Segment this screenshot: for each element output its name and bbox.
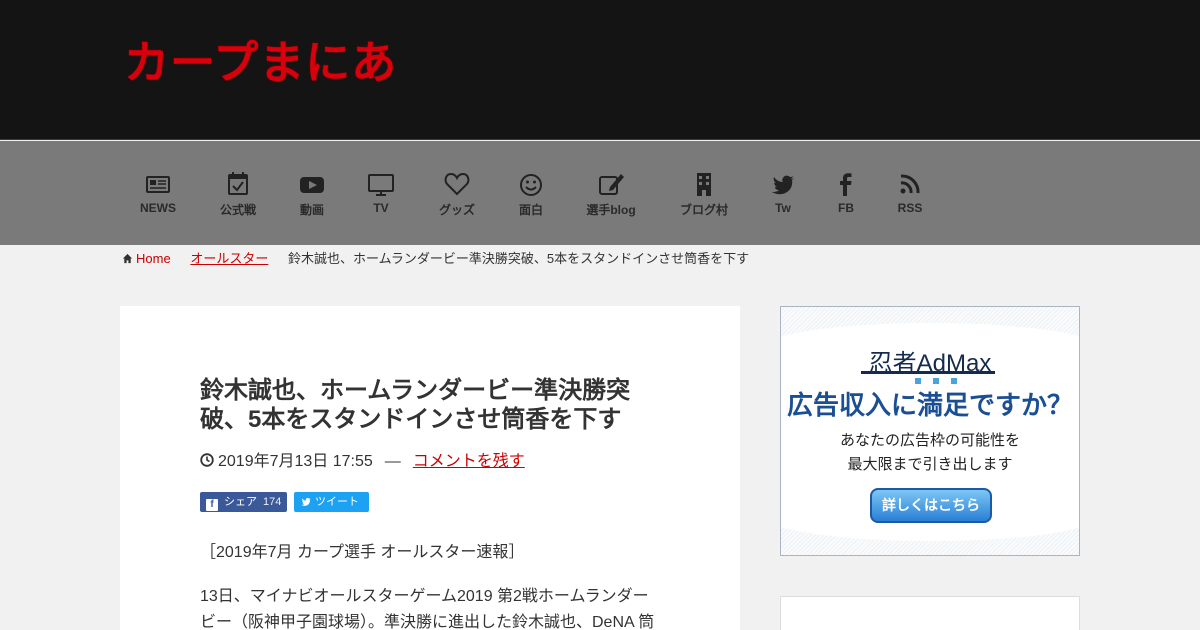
ad-subtext: あなたの広告枠の可能性を 最大限まで引き出します	[781, 429, 1079, 477]
facebook-share-button[interactable]: f シェア 174	[200, 492, 288, 512]
ad-subtext-line: 最大限まで引き出します	[847, 456, 1013, 473]
nav-item-news[interactable]: NEWS	[113, 171, 203, 215]
nav-label: RSS	[897, 201, 923, 215]
nav-item-rss[interactable]: RSS	[865, 171, 955, 215]
rss-icon	[865, 171, 955, 199]
breadcrumb-home-link[interactable]: Home	[136, 251, 171, 266]
edit-icon	[566, 171, 656, 199]
facebook-icon: f	[206, 499, 218, 511]
ad-headline: 広告収入に満足ですか？	[786, 390, 1073, 420]
tweet-label: ツイート	[315, 496, 359, 508]
building-icon	[659, 171, 749, 199]
nav-label: NEWS	[140, 201, 176, 215]
twitter-icon	[300, 496, 315, 508]
ad-details-button[interactable]: 詳しくはこちら	[870, 488, 992, 523]
breadcrumb: Home オールスター 鈴木誠也、ホームランダービー準決勝突破、5本をスタンドイ…	[122, 248, 749, 267]
home-icon	[122, 251, 136, 266]
smile-icon	[486, 171, 576, 199]
share-label: シェア	[224, 496, 257, 508]
nav-label: ブログ村	[679, 203, 728, 217]
article-meta: 2019年7月13日 17:55 — コメントを残す	[200, 447, 525, 471]
nav-item-blog-village[interactable]: ブログ村	[659, 171, 749, 218]
post-date: 2019年7月13日 17:55	[218, 453, 373, 470]
article-card: 鈴木誠也、ホームランダービー準決勝突破、5本をスタンドインさせ筒香を下す 201…	[120, 306, 740, 630]
nav-label: 選手blog	[586, 203, 636, 217]
main-nav: NEWS 公式戦 動画 TV グッズ 面白 選手blog ブログ村 Tw FB …	[0, 141, 1200, 245]
breadcrumb-category-link[interactable]: オールスター	[190, 251, 268, 266]
sidebar-widget	[780, 596, 1080, 630]
nav-item-player-blog[interactable]: 選手blog	[566, 171, 656, 218]
sidebar-ad-banner[interactable]: 忍者AdMax 広告収入に満足ですか？ あなたの広告枠の可能性を 最大限まで引き…	[780, 306, 1080, 556]
ad-subtext-line: あなたの広告枠の可能性を	[839, 432, 1020, 449]
breadcrumb-current: 鈴木誠也、ホームランダービー準決勝突破、5本をスタンドインさせ筒香を下す	[287, 251, 750, 266]
site-header: カープまにあ	[0, 0, 1200, 140]
article-body: 13日、マイナビオールスターゲーム2019 第2戦ホームランダービー（阪神甲子園…	[200, 588, 655, 630]
tweet-button[interactable]: ツイート	[294, 492, 369, 512]
site-logo[interactable]: カープまにあ	[124, 26, 397, 91]
share-count: 174	[263, 496, 282, 508]
newspaper-icon	[113, 171, 203, 199]
clock-icon	[200, 453, 218, 470]
article-title: 鈴木誠也、ホームランダービー準決勝突破、5本をスタンドインさせ筒香を下す	[200, 377, 631, 433]
meta-separator: —	[384, 453, 401, 470]
comment-link[interactable]: コメントを残す	[413, 453, 525, 470]
article-tagline: ［2019年7月 カープ選手 オールスター速報］	[200, 544, 525, 561]
nav-item-fun[interactable]: 面白	[486, 171, 576, 218]
nav-label: 面白	[518, 203, 543, 217]
